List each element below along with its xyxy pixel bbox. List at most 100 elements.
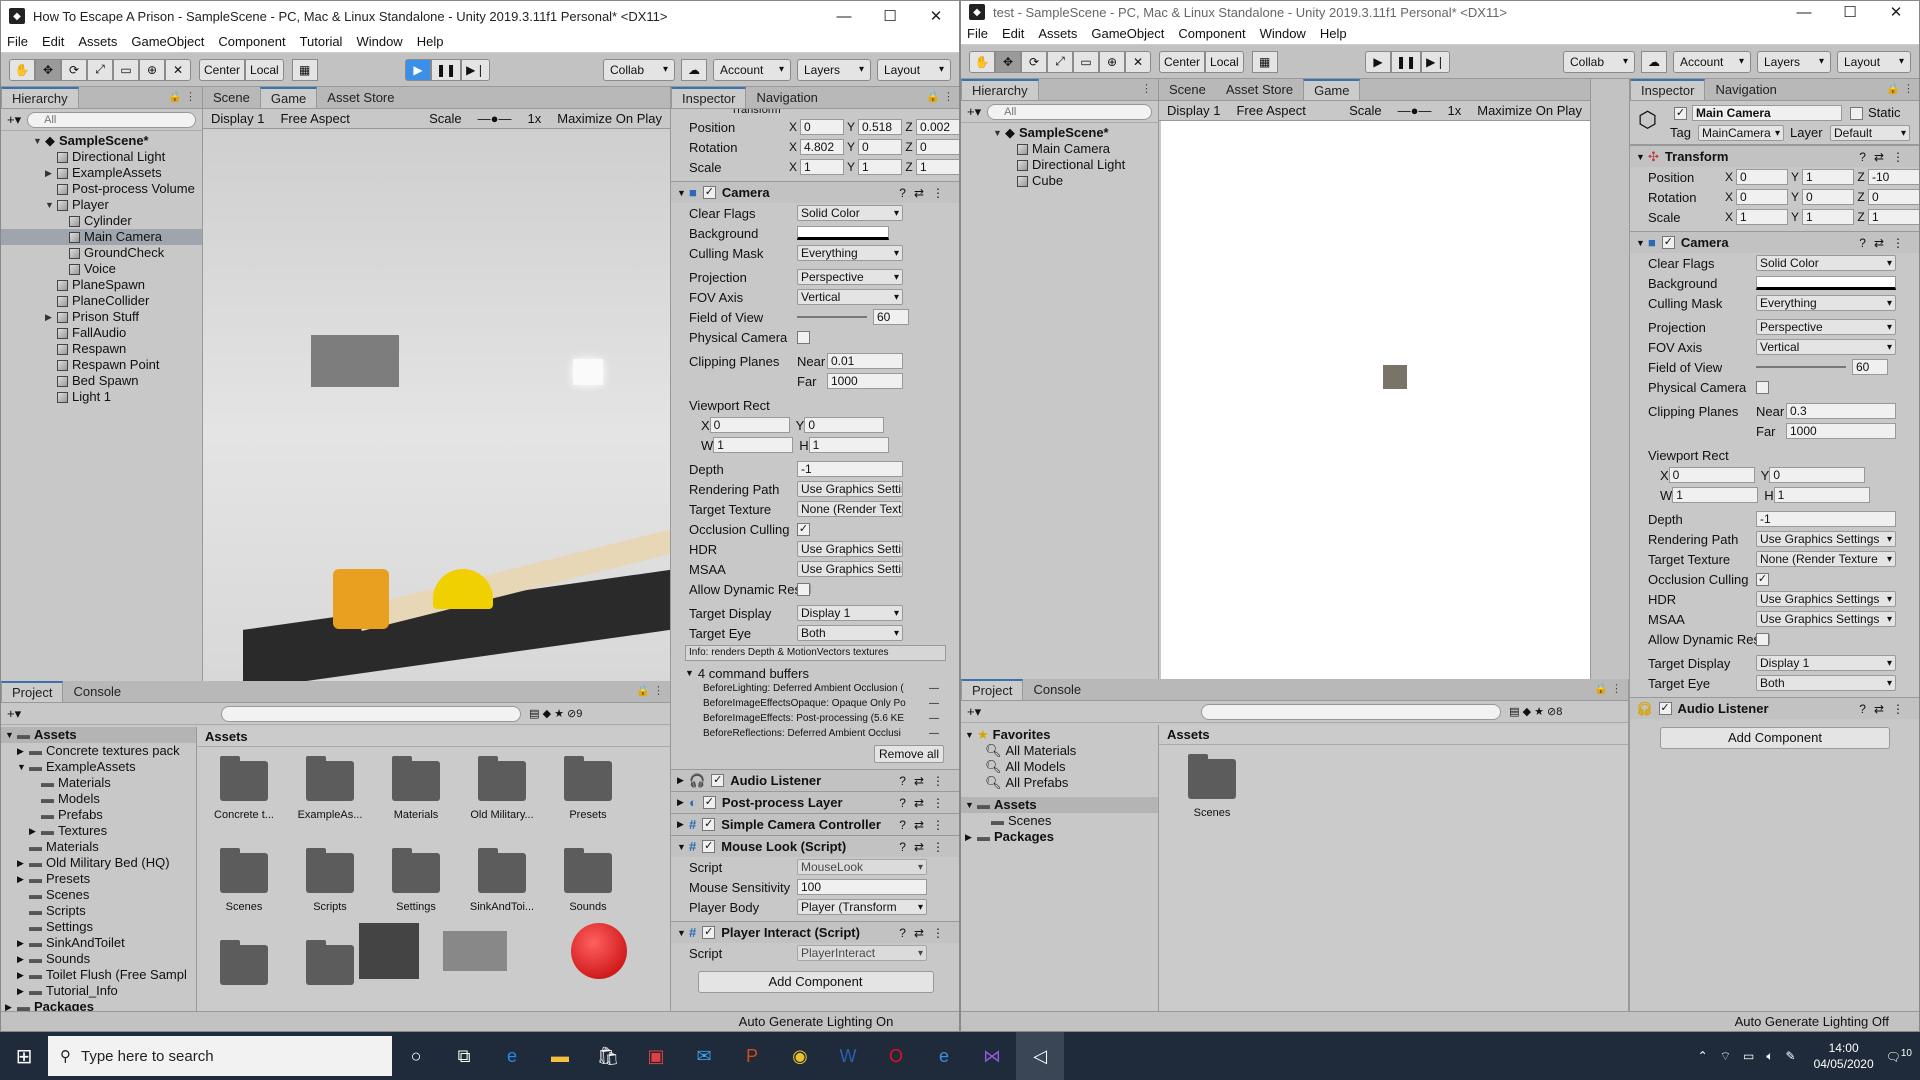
chrome-icon[interactable]: ◉	[776, 1032, 824, 1080]
expand-arrow-icon[interactable]: ▶	[29, 823, 41, 839]
hierarchy-item[interactable]: ▼ Player	[1, 197, 202, 213]
custom-tool-icon[interactable]: ✕	[1125, 50, 1151, 73]
physical-camera-checkbox[interactable]	[1756, 380, 1769, 394]
project-lock-icon[interactable]: 🔒 ⋮	[636, 684, 664, 697]
component-menu-icons[interactable]: ?⇄⋮	[899, 186, 952, 200]
rotate-tool-icon[interactable]: ⟳	[1021, 50, 1047, 73]
asset-folder[interactable]: Scripts	[287, 848, 373, 913]
tab-navigation[interactable]: Navigation	[746, 87, 827, 108]
scale-tool-icon[interactable]: ⤢	[1047, 50, 1073, 73]
vector-y-field[interactable]: 0	[1802, 189, 1854, 205]
component-menu-icons[interactable]: ?⇄⋮	[899, 818, 952, 832]
expand-arrow-icon[interactable]: ▶	[17, 951, 29, 967]
step-button[interactable]: ▶❘	[461, 58, 491, 81]
expand-arrow-icon[interactable]: ▶	[45, 309, 57, 325]
opera-icon[interactable]: O	[872, 1032, 920, 1080]
fav-all-prefabs[interactable]: 🔍︎ All Prefabs	[961, 775, 1158, 791]
menu-help[interactable]: Help	[417, 34, 444, 49]
expand-arrow-icon[interactable]: ▶	[17, 871, 29, 887]
tag-dropdown[interactable]: MainCamera	[1698, 125, 1784, 141]
create-plus-icon[interactable]: +▾	[967, 104, 981, 120]
hierarchy-item[interactable]: Post-process Volume	[1, 181, 202, 197]
asset-folder[interactable]: Scenes	[201, 848, 287, 913]
tab-project[interactable]: Project	[961, 679, 1024, 700]
component-header[interactable]: ▶ # ✓ Simple Camera Controller ?⇄⋮	[671, 813, 959, 835]
transform-tool-icon[interactable]: ⊕	[139, 58, 165, 81]
windows-start-icon[interactable]: ⊞	[0, 1032, 48, 1080]
scale-tool-icon[interactable]: ⤢	[87, 58, 113, 81]
vector-x-field[interactable]: 0	[1736, 189, 1788, 205]
filter-icons[interactable]: ▤ ◆ ★ ⊘	[1509, 705, 1556, 718]
mouse-sensitivity-field[interactable]: 100	[797, 879, 927, 895]
tab-navigation[interactable]: Navigation	[1705, 79, 1786, 100]
project-tree-item[interactable]: ▬ Materials	[1, 839, 196, 855]
hierarchy-item[interactable]: GroundCheck	[1, 245, 202, 261]
camera-header[interactable]: ▼ ■ ✓ Camera ?⇄⋮	[1630, 231, 1919, 253]
vector-z-field[interactable]: 1	[916, 159, 959, 175]
network-icon[interactable]: ⌔	[1720, 1049, 1731, 1064]
tray-chevron-icon[interactable]: ⌃	[1698, 1049, 1708, 1063]
powerpoint-icon[interactable]: P	[728, 1032, 776, 1080]
clear-flags-dropdown[interactable]: Solid Color	[1756, 255, 1896, 271]
scene-root[interactable]: ▼ ◆ SampleScene*	[961, 125, 1158, 141]
gift-app-icon[interactable]: ▣	[632, 1032, 680, 1080]
static-checkbox[interactable]	[1850, 107, 1863, 120]
minimize-icon[interactable]: —	[1781, 1, 1827, 23]
battery-icon[interactable]: ▭	[1743, 1049, 1754, 1063]
vector-x-field[interactable]: 4.802	[800, 139, 844, 155]
expand-arrow-icon[interactable]: ▼	[33, 133, 45, 149]
hierarchy-item[interactable]: ▶ ExampleAssets	[1, 165, 202, 181]
project-tree-item[interactable]: ▶ ▬ Presets	[1, 871, 196, 887]
minimize-icon[interactable]: —	[821, 1, 867, 31]
background-color-swatch[interactable]	[797, 226, 889, 240]
add-component-button[interactable]: Add Component	[697, 971, 934, 993]
project-tree-item[interactable]: ▬ Materials	[1, 775, 196, 791]
display-dropdown[interactable]: Display 1	[1159, 103, 1228, 118]
edge-legacy-icon[interactable]: e	[488, 1032, 536, 1080]
component-enabled-checkbox[interactable]: ✓	[711, 774, 725, 787]
remove-all-button[interactable]: Remove all	[874, 745, 944, 763]
target-eye-dropdown[interactable]: Both	[797, 625, 903, 641]
menu-tutorial[interactable]: Tutorial	[300, 34, 343, 49]
camera-header[interactable]: ▼ ■ ✓ Camera ?⇄⋮	[671, 181, 959, 203]
tab-asset-store[interactable]: Asset Store	[1216, 79, 1303, 100]
close-icon[interactable]: ✕	[1873, 1, 1919, 23]
play-button[interactable]: ▶	[405, 58, 431, 81]
rect-tool-icon[interactable]: ▭	[113, 58, 139, 81]
menu-gameobject[interactable]: GameObject	[131, 34, 204, 49]
background-color-swatch[interactable]	[1756, 276, 1896, 290]
vector-z-field[interactable]: 1	[1868, 209, 1919, 225]
asset-folder[interactable]	[201, 940, 287, 985]
store-icon[interactable]: 🛍	[584, 1032, 632, 1080]
foldout-arrow-icon[interactable]: ▼	[677, 188, 689, 198]
hierarchy-item[interactable]: ▶ Prison Stuff	[1, 309, 202, 325]
component-enabled-checkbox[interactable]: ✓	[702, 818, 716, 831]
project-tree-item[interactable]: ▬ Prefabs	[1, 807, 196, 823]
foldout-arrow-icon[interactable]: ▶	[677, 819, 689, 830]
transform-tool-icon[interactable]: ⊕	[1099, 50, 1125, 73]
fav-all-materials[interactable]: 🔍︎ All Materials	[961, 743, 1158, 759]
menu-gameobject[interactable]: GameObject	[1091, 26, 1164, 41]
cloud-icon[interactable]: ☁	[681, 58, 707, 81]
local-toggle[interactable]: Local	[1205, 50, 1244, 73]
layer-dropdown[interactable]: Default	[1830, 125, 1910, 141]
vector-z-field[interactable]: -10	[1868, 169, 1919, 185]
scene-root[interactable]: ▼ ◆ SampleScene*	[1, 133, 202, 149]
mail-icon[interactable]: ✉	[680, 1032, 728, 1080]
target-display-dropdown[interactable]: Display 1	[1756, 655, 1896, 671]
menu-window[interactable]: Window	[356, 34, 402, 49]
expand-arrow-icon[interactable]: ▶	[45, 165, 57, 181]
near-field[interactable]: 0.3	[1786, 403, 1896, 419]
projection-dropdown[interactable]: Perspective	[1756, 319, 1896, 335]
object-name-input[interactable]: Main Camera	[1692, 105, 1842, 121]
command-buffers-foldout[interactable]: ▼ 4 command buffers	[671, 663, 959, 683]
notification-icon[interactable]: 🗨︎10	[1886, 1048, 1912, 1064]
asset-thumbnail-red-material[interactable]	[571, 923, 627, 979]
game-viewport[interactable]	[203, 129, 670, 681]
tab-inspector[interactable]: Inspector	[1630, 79, 1706, 100]
taskbar-search-input[interactable]: ⚲ Type here to search	[48, 1036, 392, 1076]
tab-console[interactable]: Console	[63, 681, 131, 702]
scale-slider[interactable]: —●—	[1390, 103, 1440, 118]
menu-component[interactable]: Component	[218, 34, 285, 49]
cortana-icon[interactable]: ○	[392, 1032, 440, 1080]
